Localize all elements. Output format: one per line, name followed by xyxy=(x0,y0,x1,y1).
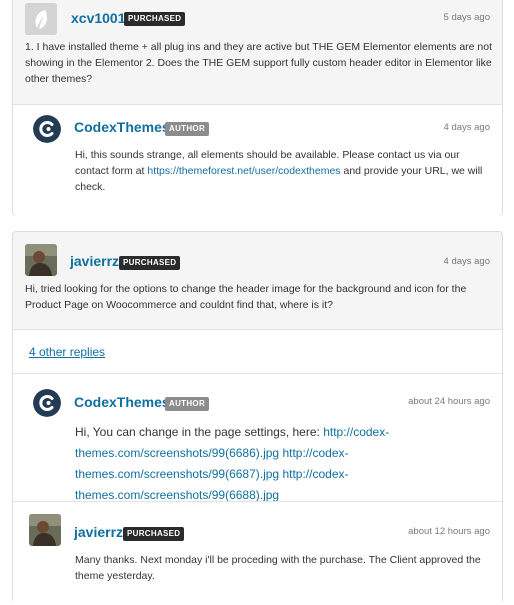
comment-time[interactable]: 4 days ago xyxy=(444,256,490,267)
comment-thread: javierrz PURCHASED 4 days ago Hi, tried … xyxy=(12,231,503,605)
purchased-badge: PURCHASED xyxy=(124,12,186,26)
comment-username[interactable]: xcv1001 xyxy=(71,10,126,26)
reply: CodexThemes AUTHOR about 24 hours ago Hi… xyxy=(13,373,502,502)
reply: javierrz PURCHASED about 12 hours ago Ma… xyxy=(13,501,502,605)
comment-text: Hi, tried looking for the options to cha… xyxy=(25,283,467,311)
reply-time[interactable]: about 24 hours ago xyxy=(408,396,490,407)
reply-time[interactable]: about 12 hours ago xyxy=(408,526,490,537)
codex-logo-icon xyxy=(33,115,61,143)
user-photo-icon xyxy=(25,244,57,276)
reply-text: Many thanks. Next monday i'll be procedi… xyxy=(75,554,481,582)
user-avatar[interactable] xyxy=(25,3,57,35)
leaf-default-avatar-icon xyxy=(25,3,57,35)
reply-username[interactable]: CodexThemes xyxy=(74,119,170,135)
author-badge: AUTHOR xyxy=(165,397,210,411)
author-avatar[interactable] xyxy=(33,389,61,417)
reply: CodexThemes AUTHOR 4 days ago Hi, this s… xyxy=(13,104,502,216)
codex-logo-icon xyxy=(33,389,61,417)
author-badge: AUTHOR xyxy=(165,122,210,136)
comment-time[interactable]: 5 days ago xyxy=(444,12,490,23)
reply-username[interactable]: javierrz xyxy=(74,524,123,540)
author-avatar[interactable] xyxy=(33,115,61,143)
user-avatar[interactable] xyxy=(25,244,57,276)
other-replies-row: 4 other replies xyxy=(13,329,502,374)
purchased-badge: PURCHASED xyxy=(123,527,185,541)
user-avatar[interactable] xyxy=(29,514,61,546)
reply-username[interactable]: CodexThemes xyxy=(74,394,170,410)
purchased-badge: PURCHASED xyxy=(119,256,181,270)
comment-text: 1. I have installed theme + all plug ins… xyxy=(25,41,493,85)
reply-text-part: Hi, You can change in the page settings,… xyxy=(75,425,324,439)
reply-text: Hi, this sounds strange, all elements sh… xyxy=(75,147,495,195)
comment-thread: xcv1001 PURCHASED 5 days ago 1. I have i… xyxy=(12,0,503,216)
profile-link[interactable]: https://themeforest.net/user/codexthemes xyxy=(147,165,340,177)
comment-username[interactable]: javierrz xyxy=(70,253,119,269)
other-replies-link[interactable]: 4 other replies xyxy=(29,345,105,359)
user-photo-icon xyxy=(29,514,61,546)
reply-text: Hi, You can change in the page settings,… xyxy=(75,422,435,506)
reply-time[interactable]: 4 days ago xyxy=(444,122,490,133)
